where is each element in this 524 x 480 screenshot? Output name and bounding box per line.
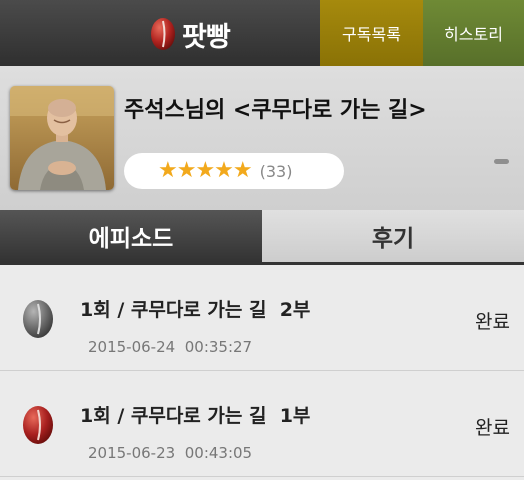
program-title: 주석스님의 <쿠무다로 가는 길> (124, 98, 427, 123)
episode-duration: 00:35:27 (184, 338, 253, 356)
episode-title: 1회 / 쿠무다로 가는 길 2부 (80, 299, 311, 321)
episode-title: 1회 / 쿠무다로 가는 길 1부 (80, 405, 311, 427)
episode-date-value: 2015-06-24 (88, 338, 176, 356)
app-logo[interactable]: 팟빵 (150, 14, 231, 54)
rating-count: (33) (259, 161, 293, 181)
rating-stars: ★★★★★ (158, 158, 253, 183)
gray-bean-icon (23, 300, 53, 338)
app-name: 팟빵 (182, 21, 231, 53)
episode-date: 2015-06-23 00:43:05 (88, 444, 252, 462)
rating-pill[interactable]: ★★★★★ (33) (124, 153, 344, 189)
list-item[interactable]: 1회 / 쿠무다로 가는 길 1부 2015-06-23 00:43:05 완료 (0, 371, 524, 477)
episode-list: 1회 / 쿠무다로 가는 길 2부 2015-06-24 00:35:27 완료… (0, 265, 524, 477)
minus-icon[interactable] (494, 159, 509, 164)
program-info: 주석스님의 <쿠무다로 가는 길> ★★★★★ (33) (0, 66, 524, 210)
tab-bar: 에피소드 후기 (0, 210, 524, 265)
app-header: 팟빵 구독목록 히스토리 (0, 0, 524, 66)
subscriptions-button[interactable]: 구독목록 (320, 0, 423, 66)
episode-date: 2015-06-24 00:35:27 (88, 338, 252, 356)
tab-reviews[interactable]: 후기 (262, 210, 524, 262)
red-bean-icon (23, 406, 53, 444)
list-item[interactable]: 1회 / 쿠무다로 가는 길 2부 2015-06-24 00:35:27 완료 (0, 265, 524, 371)
episode-duration: 00:43:05 (184, 444, 253, 462)
episode-status: 완료 (475, 311, 510, 333)
tab-episodes[interactable]: 에피소드 (0, 210, 262, 262)
program-thumbnail (10, 86, 114, 190)
episode-status: 완료 (475, 417, 510, 439)
red-bean-icon (151, 18, 175, 50)
episode-date-value: 2015-06-23 (88, 444, 176, 462)
history-button[interactable]: 히스토리 (423, 0, 524, 66)
